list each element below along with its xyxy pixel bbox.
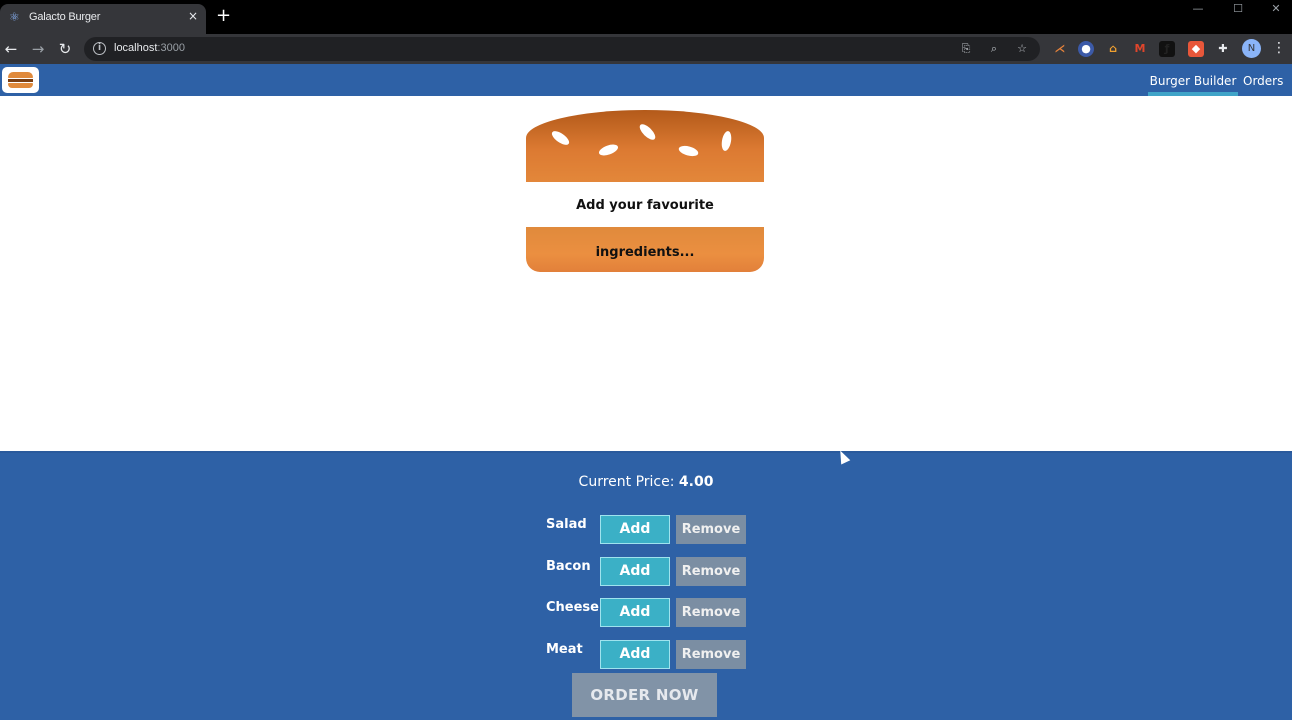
ingredient-label: Salad [546, 517, 587, 532]
browser-toolbar: ← → ↻ i localhost:3000 ⎘ ⌕ ☆ ⋌ ● ⌂ M ƒ ◆… [0, 34, 1292, 64]
remove-bacon-button[interactable]: Remove [676, 557, 746, 586]
minimize-button[interactable]: — [1178, 0, 1218, 20]
maximize-button[interactable]: ☐ [1218, 0, 1258, 20]
logo-bun-bottom [8, 83, 33, 88]
back-arrow-icon[interactable]: ← [1, 39, 21, 59]
logo-patty [8, 79, 33, 82]
ingredient-label: Meat [546, 642, 583, 657]
address-bar[interactable]: i localhost:3000 ⎘ ⌕ ☆ [84, 37, 1040, 61]
build-controls: Current Price: 4.00 Salad Add Remove Bac… [0, 451, 1292, 720]
zoom-icon[interactable]: ⌕ [986, 41, 1002, 57]
app-toolbar: Burger Builder Orders [0, 64, 1292, 96]
build-control-meat: Meat Add Remove [546, 640, 756, 670]
react-favicon-icon: ⚛ [9, 10, 20, 24]
nav-burger-builder[interactable]: Burger Builder [1148, 64, 1238, 96]
sesame-seed [597, 142, 620, 158]
remove-salad-button[interactable]: Remove [676, 515, 746, 544]
extension-icon[interactable]: ● [1078, 41, 1094, 57]
add-bacon-button[interactable]: Add [600, 557, 670, 586]
burger-stage: Add your favourite ingredients... [0, 96, 1292, 451]
price-value: 4.00 [678, 474, 714, 490]
extension-icon[interactable]: ƒ [1159, 41, 1175, 57]
site-info-icon[interactable]: i [93, 42, 106, 55]
translate-icon[interactable]: ⎘ [958, 41, 974, 57]
add-cheese-button[interactable]: Add [600, 598, 670, 627]
burger: Add your favourite ingredients... [526, 110, 764, 272]
close-window-button[interactable]: ✕ [1256, 0, 1292, 20]
sesame-seed [549, 128, 572, 148]
sesame-seed [637, 121, 658, 143]
forward-arrow-icon[interactable]: → [28, 39, 48, 59]
reload-icon[interactable]: ↻ [55, 39, 75, 59]
puzzle-extensions-icon[interactable]: ✚ [1215, 41, 1231, 57]
browser-tabstrip: ⚛ Galacto Burger × + — ☐ ✕ [0, 0, 1292, 34]
build-control-cheese: Cheese Add Remove [546, 598, 756, 628]
new-tab-button[interactable]: + [216, 6, 231, 26]
bread-top [526, 110, 764, 182]
extension-icon[interactable]: ⋌ [1052, 41, 1068, 57]
logo-bun-top [8, 72, 33, 78]
add-meat-button[interactable]: Add [600, 640, 670, 669]
more-menu-icon[interactable]: ⋮ [1272, 40, 1286, 56]
build-control-salad: Salad Add Remove [546, 515, 756, 545]
browser-tab[interactable]: ⚛ Galacto Burger × [0, 4, 206, 34]
extension-icon[interactable]: ⌂ [1105, 41, 1121, 57]
extension-icon[interactable]: M [1132, 41, 1148, 57]
empty-burger-message: Add your favourite ingredients... [576, 198, 714, 260]
nav-orders[interactable]: Orders [1243, 64, 1283, 96]
price-label: Current Price: [578, 474, 675, 490]
bookmark-star-icon[interactable]: ☆ [1014, 41, 1030, 57]
burger-logo[interactable] [2, 67, 39, 93]
extension-icon[interactable]: ◆ [1188, 41, 1204, 57]
remove-cheese-button[interactable]: Remove [676, 598, 746, 627]
tab-close-icon[interactable]: × [188, 9, 198, 23]
sesame-seed [677, 144, 700, 158]
remove-meat-button[interactable]: Remove [676, 640, 746, 669]
profile-avatar[interactable]: N [1242, 39, 1261, 58]
order-now-button[interactable]: ORDER NOW [572, 673, 717, 717]
add-salad-button[interactable]: Add [600, 515, 670, 544]
sesame-seed [720, 130, 733, 152]
ingredient-label: Cheese [546, 600, 599, 615]
ingredient-label: Bacon [546, 559, 591, 574]
tab-title: Galacto Burger [29, 11, 101, 23]
build-control-bacon: Bacon Add Remove [546, 557, 756, 587]
current-price: Current Price: 4.00 [0, 474, 1292, 490]
url-text[interactable]: localhost:3000 [114, 42, 185, 54]
